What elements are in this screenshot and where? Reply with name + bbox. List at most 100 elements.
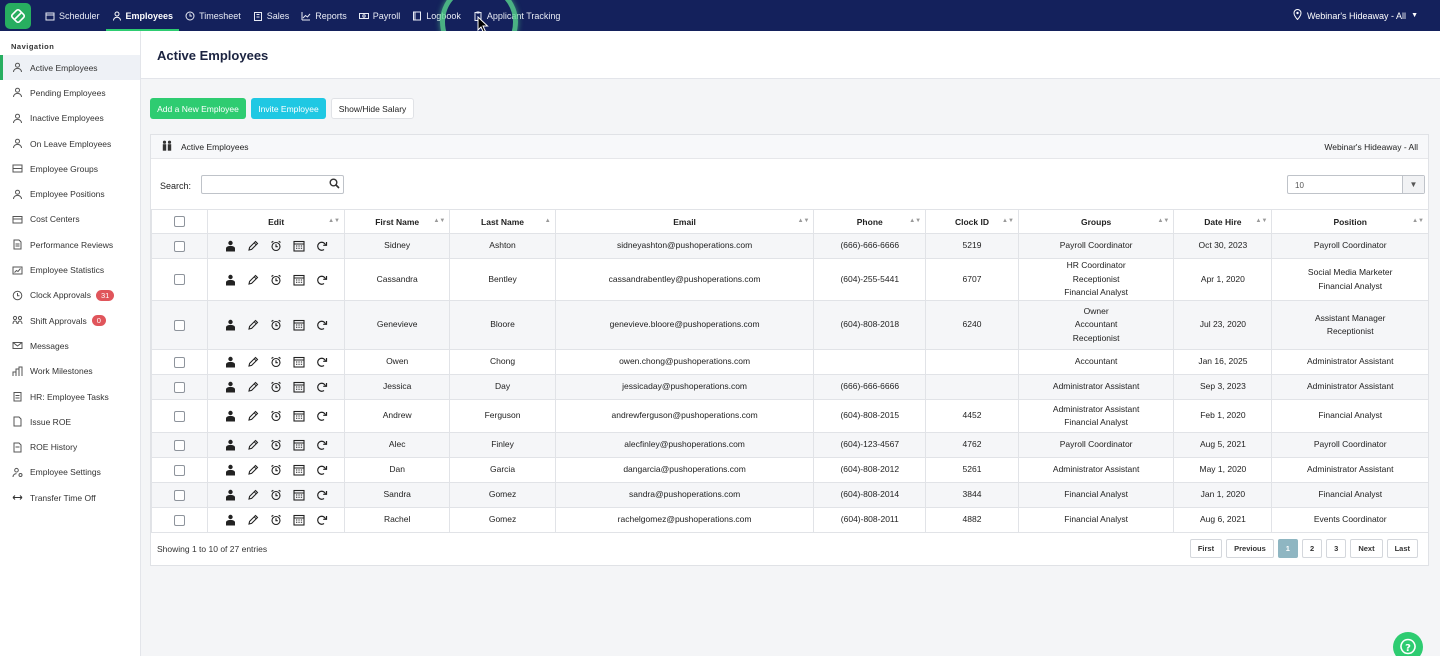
pencil-icon[interactable] (247, 273, 260, 286)
sidebar-item-employee-positions[interactable]: Employee Positions (0, 181, 140, 206)
column-header-clock-id[interactable]: Clock ID ▲▼ (925, 209, 1019, 234)
redo-icon[interactable] (316, 273, 329, 286)
table-row[interactable]: Cassandra Bentley cassandrabentley@pushope… (150, 258, 1429, 301)
table-row[interactable]: Alec Finley alecfinley@pushoperations.com(… (150, 432, 1429, 458)
pencil-icon[interactable] (247, 381, 260, 394)
pagination-2[interactable]: 2 (1301, 539, 1323, 558)
row-checkbox[interactable] (174, 274, 186, 285)
nav-item-employees[interactable]: Employees (105, 0, 180, 31)
calendar-grid-icon[interactable] (293, 356, 306, 369)
person-profile-icon[interactable] (224, 464, 237, 477)
pagination-3[interactable]: 3 (1326, 539, 1347, 558)
pencil-icon[interactable] (247, 489, 260, 502)
person-profile-icon[interactable] (224, 489, 237, 502)
person-profile-icon[interactable] (224, 356, 237, 369)
pencil-icon[interactable] (247, 410, 260, 423)
row-checkbox[interactable] (174, 356, 186, 368)
column-header-date-hire[interactable]: Date Hire ▲▼ (1173, 209, 1273, 234)
alarm-clock-icon[interactable] (270, 381, 283, 394)
table-row[interactable]: Andrew Ferguson andrewferguson@pushoperati… (150, 399, 1429, 433)
pencil-icon[interactable] (247, 240, 260, 253)
calendar-grid-icon[interactable] (293, 439, 306, 452)
help-button[interactable]: ? (1393, 632, 1423, 656)
pencil-icon[interactable] (247, 464, 260, 477)
column-header-first-name[interactable]: First Name ▲▼ (343, 209, 451, 234)
pagination-previous[interactable]: Previous (1226, 539, 1274, 558)
calendar-grid-icon[interactable] (293, 381, 306, 394)
calendar-grid-icon[interactable] (293, 464, 306, 477)
alarm-clock-icon[interactable] (270, 410, 283, 423)
pencil-icon[interactable] (247, 514, 260, 527)
table-row[interactable]: Sidney Ashton sidneyashton@pushoperations.… (150, 233, 1429, 259)
sidebar-item-issue-roe[interactable]: Issue ROE (0, 409, 140, 434)
alarm-clock-icon[interactable] (270, 464, 283, 477)
column-header-phone[interactable]: Phone ▲▼ (813, 209, 927, 234)
calendar-grid-icon[interactable] (293, 410, 306, 423)
page-length-select[interactable]: 10 ▼ (1287, 175, 1425, 194)
nav-item-payroll[interactable]: Payroll (353, 0, 407, 31)
chevron-down-icon[interactable]: ▼ (1402, 176, 1424, 193)
redo-icon[interactable] (316, 356, 329, 369)
alarm-clock-icon[interactable] (270, 514, 283, 527)
column-header-position[interactable]: Position ▲▼ (1271, 209, 1429, 234)
column-header-edit[interactable]: Edit ▲▼ (207, 209, 345, 234)
invite-employee-button[interactable]: Invite Employee (251, 98, 326, 119)
sidebar-item-pending-employees[interactable]: Pending Employees (0, 80, 140, 105)
redo-icon[interactable] (316, 319, 329, 332)
sidebar-item-clock-approvals[interactable]: Clock Approvals 31 (0, 283, 140, 308)
redo-icon[interactable] (316, 464, 329, 477)
column-header-groups[interactable]: Groups ▲▼ (1017, 209, 1175, 234)
calendar-grid-icon[interactable] (293, 514, 306, 527)
table-row[interactable]: Rachel Gomez rachelgomez@pushoperations.co… (150, 507, 1429, 533)
redo-icon[interactable] (316, 410, 329, 423)
redo-icon[interactable] (316, 240, 329, 253)
sidebar-item-roe-history[interactable]: ROE History (0, 434, 140, 459)
person-profile-icon[interactable] (224, 240, 237, 253)
table-row[interactable]: Jessica Day jessicaday@pushoperations.com(… (150, 374, 1429, 400)
location-selector[interactable]: Webinar's Hideaway - All ▼ (1293, 0, 1418, 31)
column-header-email[interactable]: Email ▲▼ (554, 209, 815, 234)
add-employee-button[interactable]: Add a New Employee (150, 98, 246, 119)
row-checkbox[interactable] (174, 439, 186, 451)
sidebar-item-performance-reviews[interactable]: Performance Reviews (0, 232, 140, 257)
alarm-clock-icon[interactable] (270, 356, 283, 369)
pagination-last[interactable]: Last (1386, 539, 1418, 558)
sidebar-item-work-milestones[interactable]: Work Milestones (0, 359, 140, 384)
table-row[interactable]: Owen Chong owen.chong@pushoperations.com Ac… (150, 349, 1429, 375)
sidebar-item-inactive-employees[interactable]: Inactive Employees (0, 106, 140, 131)
row-checkbox[interactable] (174, 464, 186, 476)
row-checkbox[interactable] (174, 514, 186, 526)
row-checkbox[interactable] (174, 410, 186, 422)
calendar-grid-icon[interactable] (293, 489, 306, 502)
sidebar-item-cost-centers[interactable]: Cost Centers (0, 207, 140, 232)
column-header-last-name[interactable]: Last Name ▲ (449, 209, 556, 234)
pencil-icon[interactable] (247, 356, 260, 369)
sidebar-item-on-leave-employees[interactable]: On Leave Employees (0, 131, 140, 156)
calendar-grid-icon[interactable] (293, 319, 306, 332)
person-profile-icon[interactable] (224, 514, 237, 527)
person-profile-icon[interactable] (224, 381, 237, 394)
calendar-grid-icon[interactable] (293, 240, 306, 253)
sidebar-item-hr-employee-tasks[interactable]: HR: Employee Tasks (0, 384, 140, 409)
table-row[interactable]: Sandra Gomez sandra@pushoperations.com (604… (150, 482, 1429, 508)
search-input[interactable] (201, 175, 344, 194)
sidebar-item-shift-approvals[interactable]: Shift Approvals 0 (0, 308, 140, 333)
alarm-clock-icon[interactable] (270, 319, 283, 332)
person-profile-icon[interactable] (224, 319, 237, 332)
person-profile-icon[interactable] (224, 273, 237, 286)
sidebar-item-employee-groups[interactable]: Employee Groups (0, 156, 140, 181)
redo-icon[interactable] (316, 489, 329, 502)
table-row[interactable]: Genevieve Bloore genevieve.bloore@pushoper… (150, 300, 1429, 350)
person-profile-icon[interactable] (224, 439, 237, 452)
table-row[interactable]: Dan Garcia dangarcia@pushoperations.com (60… (150, 457, 1429, 483)
redo-icon[interactable] (316, 514, 329, 527)
sidebar-item-employee-statistics[interactable]: Employee Statistics (0, 257, 140, 282)
pagination-next[interactable]: Next (1350, 539, 1383, 558)
row-checkbox[interactable] (174, 381, 186, 393)
alarm-clock-icon[interactable] (270, 439, 283, 452)
row-checkbox[interactable] (174, 319, 186, 331)
redo-icon[interactable] (316, 381, 329, 394)
sidebar-item-messages[interactable]: Messages (0, 333, 140, 358)
show-hide-salary-button[interactable]: Show/Hide Salary (331, 98, 414, 119)
search-icon[interactable] (329, 178, 340, 191)
